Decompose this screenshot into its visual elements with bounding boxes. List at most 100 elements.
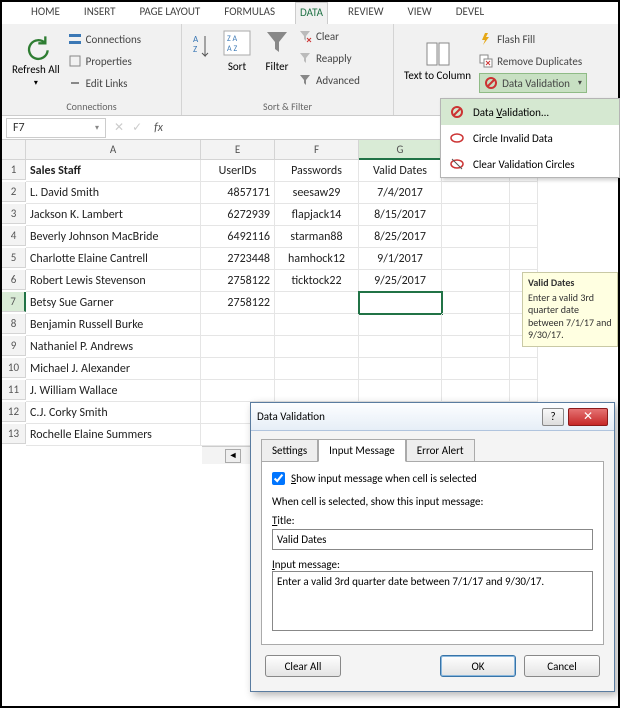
- title-input[interactable]: [272, 529, 593, 550]
- row-header-12[interactable]: 12: [2, 402, 26, 422]
- cell-I10[interactable]: [510, 358, 538, 380]
- cell-E7[interactable]: 2758122: [201, 292, 275, 314]
- cell-E9[interactable]: [201, 336, 275, 358]
- cell-G6[interactable]: 9/25/2017: [359, 270, 442, 292]
- remove-duplicates-button[interactable]: Remove Duplicates: [479, 51, 587, 71]
- cell-G11[interactable]: [359, 380, 442, 402]
- message-input[interactable]: [272, 571, 593, 631]
- cell-G7[interactable]: [359, 292, 442, 314]
- connections-button[interactable]: Connections: [68, 29, 141, 49]
- cell-H11[interactable]: [442, 380, 510, 402]
- cell-A7[interactable]: Betsy Sue Garner: [26, 292, 201, 314]
- column-header-G[interactable]: G: [359, 140, 442, 160]
- filter-button[interactable]: Filter: [260, 26, 294, 75]
- cell-F6[interactable]: ticktock22: [275, 270, 359, 292]
- close-button[interactable]: ✕: [568, 408, 608, 426]
- column-header-F[interactable]: F: [275, 140, 359, 160]
- show-input-message-input[interactable]: [272, 472, 285, 485]
- cell-F7[interactable]: [275, 292, 359, 314]
- cell-G5[interactable]: 9/1/2017: [359, 248, 442, 270]
- cell-G3[interactable]: 8/15/2017: [359, 204, 442, 226]
- cell-F2[interactable]: seesaw29: [275, 182, 359, 204]
- cell-H6[interactable]: [442, 270, 510, 292]
- menu-circle-invalid[interactable]: Circle Invalid Data: [441, 125, 619, 151]
- advanced-filter-button[interactable]: Advanced: [298, 70, 360, 90]
- cell-A10[interactable]: Michael J. Alexander: [26, 358, 201, 380]
- clear-all-button[interactable]: Clear All: [265, 655, 341, 677]
- tab-review[interactable]: REVIEW: [344, 2, 388, 24]
- row-header-11[interactable]: 11: [2, 380, 26, 400]
- cell-G2[interactable]: 7/4/2017: [359, 182, 442, 204]
- row-header-10[interactable]: 10: [2, 358, 26, 378]
- dialog-tab-input-message[interactable]: Input Message: [318, 439, 406, 462]
- cell-F10[interactable]: [275, 358, 359, 380]
- cancel-button[interactable]: Cancel: [524, 655, 600, 677]
- row-header-8[interactable]: 8: [2, 314, 26, 334]
- cell-G9[interactable]: [359, 336, 442, 358]
- row-header-13[interactable]: 13: [2, 424, 26, 444]
- cell-E1[interactable]: UserIDs: [201, 160, 275, 182]
- cell-A1[interactable]: Sales Staff: [26, 160, 201, 182]
- cell-A5[interactable]: Charlotte Elaine Cantrell: [26, 248, 201, 270]
- cell-G10[interactable]: [359, 358, 442, 380]
- cell-I3[interactable]: [510, 204, 538, 226]
- cell-E8[interactable]: [201, 314, 275, 336]
- reapply-button[interactable]: Reapply: [298, 48, 360, 68]
- dialog-titlebar[interactable]: Data Validation ? ✕: [251, 403, 614, 431]
- cell-H3[interactable]: [442, 204, 510, 226]
- text-to-columns-button[interactable]: Text to Column: [400, 26, 475, 96]
- clear-filter-button[interactable]: Clear: [298, 26, 360, 46]
- cell-F3[interactable]: flapjack14: [275, 204, 359, 226]
- cell-A8[interactable]: Benjamin Russell Burke: [26, 314, 201, 336]
- help-button[interactable]: ?: [542, 408, 564, 426]
- tab-home[interactable]: HOME: [27, 2, 64, 24]
- cell-I11[interactable]: [510, 380, 538, 402]
- show-input-message-checkbox[interactable]: Show input message when cell is selected: [272, 472, 593, 485]
- row-header-3[interactable]: 3: [2, 204, 26, 224]
- cell-F11[interactable]: [275, 380, 359, 402]
- column-header-A[interactable]: A: [26, 140, 201, 160]
- cell-E2[interactable]: 4857171: [201, 182, 275, 204]
- cell-G4[interactable]: 8/25/2017: [359, 226, 442, 248]
- cancel-icon[interactable]: ✕: [110, 120, 128, 135]
- select-all-corner[interactable]: [2, 140, 26, 160]
- cell-H5[interactable]: [442, 248, 510, 270]
- name-box[interactable]: F7▾: [6, 118, 106, 138]
- edit-links-button[interactable]: Edit Links: [68, 73, 141, 93]
- cell-E5[interactable]: 2723448: [201, 248, 275, 270]
- row-header-1[interactable]: 1: [2, 160, 26, 180]
- cell-G1[interactable]: Valid Dates: [359, 160, 442, 182]
- row-header-5[interactable]: 5: [2, 248, 26, 268]
- data-validation-button[interactable]: Data Validation▾: [479, 73, 587, 93]
- tab-formulas[interactable]: FORMULAS: [220, 2, 279, 24]
- row-header-2[interactable]: 2: [2, 182, 26, 202]
- sort-az-button[interactable]: AZ: [188, 26, 214, 64]
- scroll-left-icon[interactable]: ◄: [225, 449, 241, 463]
- cell-F8[interactable]: [275, 314, 359, 336]
- cell-G8[interactable]: [359, 314, 442, 336]
- cell-F9[interactable]: [275, 336, 359, 358]
- cell-H4[interactable]: [442, 226, 510, 248]
- properties-button[interactable]: Properties: [68, 51, 141, 71]
- cell-E11[interactable]: [201, 380, 275, 402]
- cell-H9[interactable]: [442, 336, 510, 358]
- menu-clear-circles[interactable]: Clear Validation Circles: [441, 151, 619, 177]
- dialog-tab-settings[interactable]: Settings: [261, 439, 318, 462]
- cell-H2[interactable]: [442, 182, 510, 204]
- cell-A4[interactable]: Beverly Johnson MacBride: [26, 226, 201, 248]
- tab-data[interactable]: DATA: [295, 2, 328, 24]
- row-header-4[interactable]: 4: [2, 226, 26, 246]
- cell-A13[interactable]: Rochelle Elaine Summers: [26, 424, 201, 446]
- cell-E10[interactable]: [201, 358, 275, 380]
- tab-developer[interactable]: DEVEL: [452, 2, 488, 24]
- cell-I5[interactable]: [510, 248, 538, 270]
- menu-data-validation[interactable]: Data Validation...: [441, 99, 619, 125]
- cell-A3[interactable]: Jackson K. Lambert: [26, 204, 201, 226]
- cell-A12[interactable]: C.J. Corky Smith: [26, 402, 201, 424]
- row-header-9[interactable]: 9: [2, 336, 26, 356]
- refresh-all-button[interactable]: Refresh All ▾: [8, 26, 64, 96]
- cell-F4[interactable]: starman88: [275, 226, 359, 248]
- cell-E4[interactable]: 6492116: [201, 226, 275, 248]
- enter-icon[interactable]: ✓: [128, 120, 146, 135]
- cell-I2[interactable]: [510, 182, 538, 204]
